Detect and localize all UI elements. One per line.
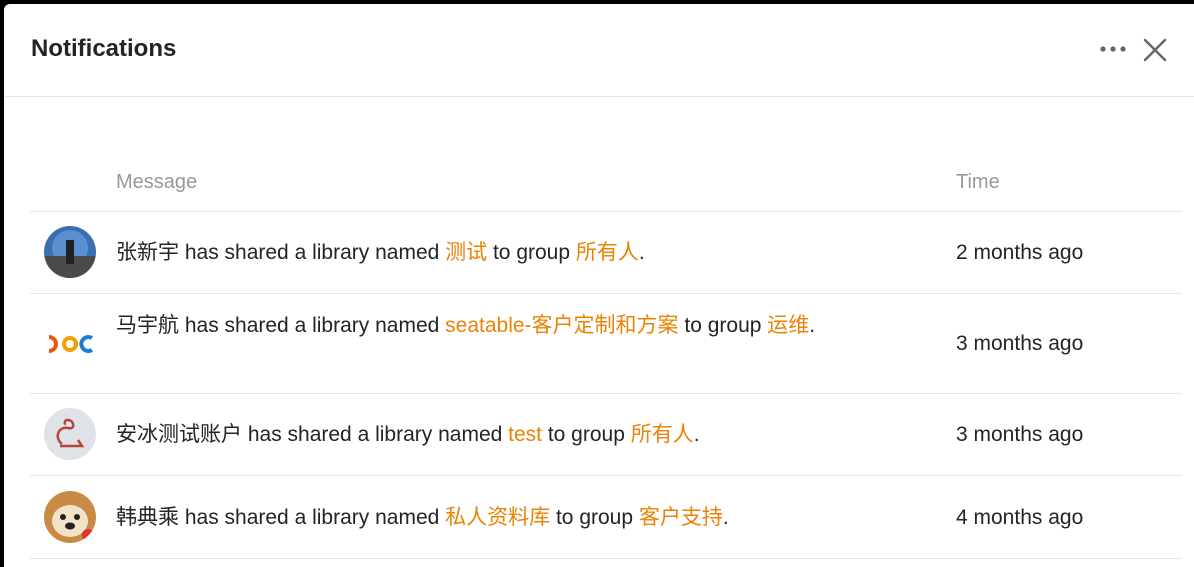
table-header: Message Time	[30, 164, 1182, 212]
group-link[interactable]: 运维	[767, 314, 809, 337]
notification-time: 3 months ago	[956, 423, 1084, 446]
message-end: .	[722, 506, 729, 529]
notification-message: 张新宇 has shared a library named 测试 to gro…	[116, 235, 856, 270]
message-end: .	[638, 241, 645, 264]
avatar[interactable]	[44, 226, 96, 278]
close-icon[interactable]	[1142, 37, 1168, 63]
table-row: 韩典乘 has shared a library named 私人资料库 to …	[30, 476, 1182, 559]
message-text: to group	[678, 314, 768, 337]
message-text: to group	[487, 241, 576, 264]
message-end: .	[693, 423, 700, 446]
notification-message: 韩典乘 has shared a library named 私人资料库 to …	[116, 500, 856, 535]
library-link[interactable]: 私人资料库	[445, 506, 550, 529]
library-link[interactable]: test	[508, 423, 542, 446]
avatar[interactable]	[44, 317, 96, 369]
notification-time: 3 months ago	[956, 332, 1084, 355]
message-text: has shared a library named	[179, 506, 446, 529]
message-text: has shared a library named	[242, 423, 509, 446]
message-text: has shared a library named	[179, 314, 446, 337]
message-text: to group	[542, 423, 631, 446]
library-link[interactable]: 测试	[445, 241, 487, 264]
user-name: 张新宇	[116, 241, 179, 264]
user-name: 安冰测试账户	[116, 423, 242, 446]
message-text: has shared a library named	[179, 241, 446, 264]
column-time: Time	[956, 171, 1000, 193]
message-end: .	[809, 314, 816, 337]
notifications-table: Message Time 张新宇 has shared a library na…	[30, 164, 1182, 559]
group-link[interactable]: 所有人	[576, 241, 639, 264]
table-row: 张新宇 has shared a library named 测试 to gro…	[30, 212, 1182, 294]
column-message: Message	[116, 171, 198, 193]
notification-time: 2 months ago	[956, 241, 1084, 264]
dialog-title: Notifications	[31, 35, 177, 62]
user-name: 韩典乘	[116, 506, 179, 529]
group-link[interactable]: 所有人	[631, 423, 694, 446]
notifications-dialog: Notifications Message Time 张新宇 has share…	[4, 4, 1194, 567]
dialog-header: Notifications	[4, 4, 1194, 97]
group-link[interactable]: 客户支持	[639, 506, 723, 529]
notification-message: 安冰测试账户 has shared a library named test t…	[116, 417, 856, 452]
notification-time: 4 months ago	[956, 506, 1084, 529]
notification-message: 马宇航 has shared a library named seatable-…	[116, 308, 854, 343]
library-link[interactable]: seatable-客户定制和方案	[445, 314, 678, 337]
user-name: 马宇航	[116, 314, 179, 337]
table-row: 马宇航 has shared a library named seatable-…	[30, 294, 1182, 394]
avatar[interactable]	[44, 408, 96, 460]
message-text: to group	[550, 506, 639, 529]
more-horizontal-icon[interactable]	[1098, 37, 1130, 61]
avatar[interactable]	[44, 491, 96, 543]
table-row: 安冰测试账户 has shared a library named test t…	[30, 394, 1182, 476]
